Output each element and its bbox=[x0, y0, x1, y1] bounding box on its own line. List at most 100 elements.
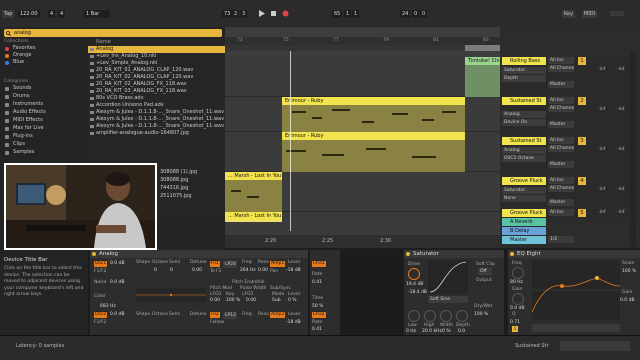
saturator-device[interactable]: Saturator Drive 19.4 dB Soft Clip Off Ou… bbox=[404, 250, 504, 335]
track-lane[interactable] bbox=[225, 57, 500, 97]
list-item[interactable]: Alexym & Jules - D.1.1.8-..._Snare_Onesh… bbox=[88, 123, 225, 130]
fil1-type-select[interactable]: LP24 bbox=[223, 261, 237, 268]
semi-value[interactable]: 0 bbox=[170, 268, 173, 273]
position-beat[interactable]: 2 bbox=[232, 10, 240, 18]
input-type-select[interactable]: All Ins bbox=[548, 97, 574, 104]
peak-readout[interactable]: -inf bbox=[617, 67, 624, 72]
loop-start-bar[interactable]: 65 bbox=[332, 10, 343, 18]
list-item[interactable]: 20_RA_KIT_01_ANALOG_CLAP_120.wav bbox=[88, 67, 225, 74]
output-select[interactable]: Master bbox=[548, 121, 574, 128]
input-channel-select[interactable]: All Channe bbox=[548, 105, 574, 112]
rate2-value[interactable]: 0.41 bbox=[312, 327, 322, 332]
time-ruler[interactable]: 2:20 2:25 2:30 bbox=[225, 235, 500, 248]
automation-param-select[interactable]: Depth bbox=[502, 75, 546, 82]
output-select[interactable]: Master bbox=[548, 81, 574, 88]
play-icon[interactable] bbox=[258, 10, 265, 17]
category-sounds[interactable]: Sounds bbox=[4, 85, 86, 92]
soft-clip-toggle[interactable]: Off bbox=[478, 268, 492, 275]
octave-value[interactable]: 0 bbox=[154, 268, 157, 273]
high-value[interactable]: 20.0 kHz bbox=[422, 329, 442, 334]
list-item[interactable]: +Lev_Ins_Analog_10.nki bbox=[88, 53, 225, 60]
mixer-scrollbar[interactable] bbox=[630, 51, 636, 247]
category-samples[interactable]: Samples bbox=[4, 149, 86, 156]
input-type-select[interactable]: All Ins bbox=[548, 177, 574, 184]
waveshape-select[interactable]: Soft Sine bbox=[428, 296, 468, 303]
depth-knob[interactable] bbox=[456, 310, 468, 322]
power-icon[interactable] bbox=[406, 252, 410, 256]
level2-value[interactable]: -18 dB bbox=[286, 320, 301, 325]
q-value[interactable]: 0.71 bbox=[510, 320, 520, 325]
detune-value[interactable]: 0.00 bbox=[192, 268, 202, 273]
osc2-level[interactable]: 0.0 dB bbox=[110, 312, 125, 317]
category-instruments[interactable]: Instruments bbox=[4, 101, 86, 108]
volume-readout[interactable]: -inf bbox=[598, 67, 605, 72]
freq-value[interactable]: 264 Hz bbox=[240, 268, 256, 273]
peak-readout[interactable]: -inf bbox=[617, 107, 624, 112]
track-title[interactable]: Sustained St bbox=[502, 137, 546, 145]
eq-curve-display[interactable] bbox=[532, 260, 620, 320]
automation-param-select[interactable]: Device On bbox=[502, 119, 546, 126]
track-activator-button[interactable]: 2 bbox=[578, 97, 586, 105]
volume-readout[interactable]: -inf bbox=[598, 187, 605, 192]
power-icon[interactable] bbox=[510, 252, 514, 256]
amp1-toggle[interactable]: Amp1 bbox=[270, 261, 286, 267]
pw-amount[interactable]: 0.00 bbox=[246, 298, 256, 303]
osc2-toggle[interactable]: Osc2 bbox=[94, 312, 108, 318]
track-activator-button[interactable]: 4 bbox=[578, 177, 586, 185]
width-knob[interactable] bbox=[440, 310, 452, 322]
collection-blue[interactable]: Blue bbox=[4, 59, 86, 66]
fil1-toggle[interactable]: Fil1 bbox=[210, 261, 220, 267]
dry-wet-value[interactable]: 100 % bbox=[474, 312, 488, 317]
peak-readout[interactable]: -inf bbox=[617, 147, 624, 152]
list-item[interactable]: amplifier-analogue-audio-164807.jpg bbox=[88, 130, 225, 137]
category-audio-effects[interactable]: Audio Effects bbox=[4, 109, 86, 116]
band-selector[interactable]: 1 bbox=[512, 326, 518, 332]
width-value[interactable]: 0 % bbox=[442, 329, 451, 334]
master-ratio-select[interactable]: 1/2 bbox=[548, 236, 574, 243]
rate-value[interactable]: 0.41 bbox=[312, 280, 322, 285]
osc1-toggle[interactable]: Osc1 bbox=[94, 261, 108, 267]
list-item[interactable]: Alexym & Jules - D.1.1.8-..._Snare_Onesh… bbox=[88, 116, 225, 123]
peak-readout[interactable]: -inf bbox=[617, 210, 624, 215]
automation-device-select[interactable]: Analog bbox=[502, 111, 546, 118]
list-item[interactable]: 80s VCO Brass.adv bbox=[88, 95, 225, 102]
level-value[interactable]: -18 dB bbox=[286, 268, 301, 273]
list-item[interactable]: 20_RA_KIT_02_ANALOG_CLAP_120.wav bbox=[88, 74, 225, 81]
input-channel-select[interactable]: All Channe bbox=[548, 185, 574, 192]
depth-value[interactable]: 0.0 bbox=[458, 329, 465, 334]
input-type-select[interactable]: All Ins bbox=[548, 57, 574, 64]
power-icon[interactable] bbox=[92, 252, 96, 256]
tempo-field[interactable]: 122.00 bbox=[18, 10, 40, 18]
track-overview-strip[interactable] bbox=[560, 341, 630, 351]
track-activator-button[interactable]: 3 bbox=[578, 137, 586, 145]
output-select[interactable]: Master bbox=[548, 199, 574, 206]
scale-value[interactable]: 100 % bbox=[622, 269, 636, 274]
low-knob[interactable] bbox=[408, 310, 420, 322]
list-item[interactable]: 20_RA_KIT_03_ANALOG_FX_118.wav bbox=[88, 88, 225, 95]
track-header[interactable]: Groove Pluck All Ins 5 -inf -inf bbox=[502, 209, 638, 218]
list-item[interactable]: +Lev_Simple_Analog.nki bbox=[88, 60, 225, 67]
automation-param-select[interactable]: None bbox=[502, 195, 546, 202]
category-max-for-live[interactable]: Max for Live bbox=[4, 125, 86, 132]
gain-value[interactable]: 0.0 dB bbox=[510, 306, 525, 311]
freq-knob[interactable] bbox=[512, 267, 524, 279]
peak-readout[interactable]: -inf bbox=[617, 187, 624, 192]
arrangement-clip[interactable]: ... Marsh - Lost In You bbox=[225, 172, 282, 212]
noise-level[interactable]: 0.0 dB bbox=[110, 280, 125, 285]
lfo1-toggle[interactable]: LFO1 bbox=[312, 261, 326, 267]
category-drums[interactable]: Drums bbox=[4, 93, 86, 100]
stop-icon[interactable] bbox=[270, 10, 277, 17]
volume-readout[interactable]: -inf bbox=[598, 107, 605, 112]
list-item[interactable]: Accordion Unisono Pad.adv bbox=[88, 102, 225, 109]
input-channel-select[interactable]: All Channe bbox=[548, 145, 574, 152]
collection-orange[interactable]: Orange bbox=[4, 52, 86, 59]
input-type-select[interactable]: All Ins bbox=[548, 209, 574, 216]
osc1-level[interactable]: 0.0 dB bbox=[110, 261, 125, 266]
output-gain-value[interactable]: 0.0 dB bbox=[620, 298, 635, 303]
arrangement-clip[interactable]: Enimour - Ruby bbox=[282, 132, 465, 172]
return-track-a[interactable]: A Reverb bbox=[502, 218, 546, 226]
name-column-header[interactable]: Name bbox=[88, 39, 225, 46]
automation-device-select[interactable]: Saturator bbox=[502, 67, 546, 74]
loop-length-beat[interactable]: 0 bbox=[412, 10, 420, 18]
record-icon[interactable] bbox=[282, 10, 289, 17]
